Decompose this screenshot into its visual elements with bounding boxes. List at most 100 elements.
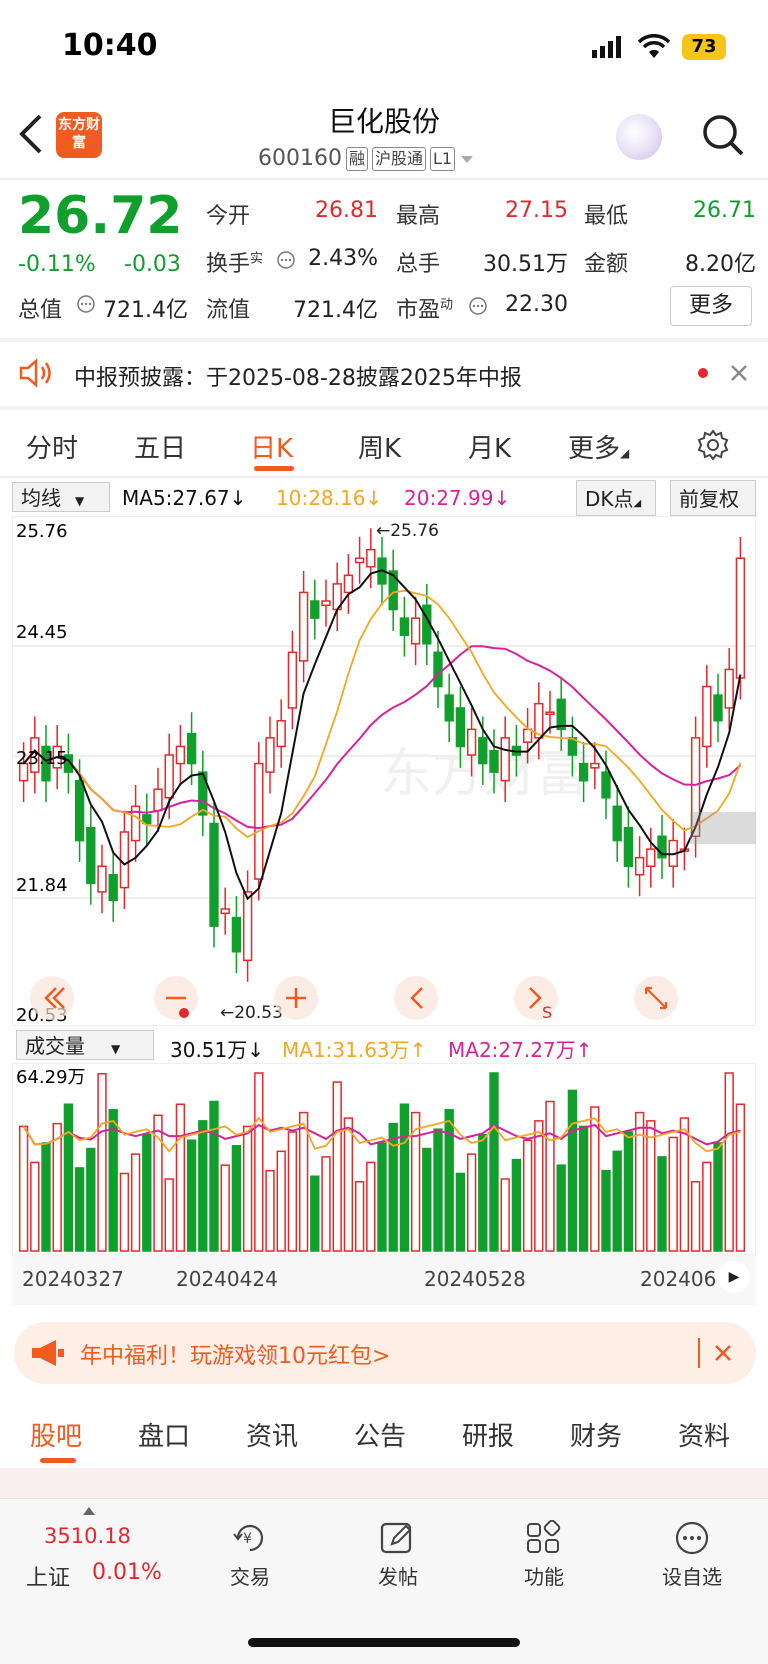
volume-bar (735, 1103, 746, 1252)
candle-body (713, 694, 723, 722)
nav-trade[interactable]: ¥ 交易 (200, 1520, 300, 1590)
candle-body (489, 749, 499, 773)
pe-value: 22.30 (505, 292, 568, 317)
volume-bar (52, 1122, 62, 1252)
nav-add-watchlist-label: 设自选 (662, 1565, 722, 1589)
volume-indicator-select[interactable]: 成交量 ▼ (16, 1030, 154, 1060)
tab-intraday[interactable]: 分时 (26, 428, 78, 465)
notice-bar[interactable]: 中报预披露：于2025-08-28披露2025年中报 (0, 340, 768, 406)
tab-five-day[interactable]: 五日 (134, 428, 186, 465)
low-value: 26.71 (693, 198, 756, 223)
volume-bar (186, 1139, 197, 1252)
volume-bar (142, 1133, 152, 1252)
date-label-3: 20240528 (424, 1267, 526, 1291)
volume-bar (399, 1103, 410, 1252)
kline-chart[interactable]: 东方财富 25.76 24.45 23.15 21.84 20.53 ←25.7… (12, 516, 756, 1026)
candle-body (321, 600, 331, 607)
close-icon[interactable] (714, 1344, 732, 1362)
tab-news[interactable]: 资讯 (246, 1416, 298, 1453)
info-icon[interactable] (76, 294, 96, 318)
y-label-3: 23.15 (16, 748, 68, 769)
nav-trade-label: 交易 (230, 1565, 270, 1589)
info-icon[interactable] (468, 296, 488, 320)
candle-body (220, 908, 230, 915)
date-label-1: 20240327 (22, 1267, 124, 1291)
promo-text: 年中福利！玩游戏领10元红包> (80, 1344, 391, 1369)
volume-bar (254, 1072, 264, 1252)
turnover-value: 2.43% (308, 246, 378, 271)
tab-more[interactable]: 更多◢ (568, 428, 629, 465)
candle-body (86, 826, 96, 885)
tab-guba[interactable]: 股吧 (30, 1416, 82, 1453)
chevron-right-icon[interactable]: ▶ (718, 1261, 750, 1293)
volume-bar (209, 1100, 219, 1252)
float-mv-value: 721.4亿 (293, 298, 378, 323)
candle-body (545, 711, 555, 715)
assistant-avatar-icon[interactable] (616, 114, 662, 160)
volume-bar (433, 1128, 443, 1252)
promo-banner[interactable]: 年中福利！玩游戏领10元红包> (14, 1322, 756, 1384)
volume-bar (366, 1161, 376, 1252)
stock-subtitle[interactable]: 600160 融 沪股通 L1 (258, 146, 475, 171)
battery-indicator: 73 (682, 34, 726, 60)
info-icon[interactable] (276, 250, 296, 274)
volume-bar (455, 1172, 466, 1252)
search-button[interactable] (700, 112, 746, 158)
candle-body (366, 548, 376, 568)
more-button[interactable]: 更多 (670, 286, 752, 326)
volume-value: 30.51万 (483, 252, 568, 277)
scroll-left-fast-button[interactable] (30, 976, 74, 1020)
tab-profile[interactable]: 资料 (678, 1416, 730, 1453)
fullscreen-button[interactable] (634, 976, 678, 1020)
volume-bar (489, 1072, 499, 1252)
volume-label: 总手 (396, 252, 441, 277)
volume-bar (354, 1181, 365, 1252)
high-label: 最高 (396, 204, 441, 229)
volume-bar (444, 1109, 454, 1252)
candle-body (310, 600, 320, 619)
dk-point-button[interactable]: DK点◢ (576, 480, 656, 516)
volume-bar (287, 1131, 298, 1252)
amount-value: 8.20亿 (685, 252, 756, 277)
tab-financials[interactable]: 财务 (570, 1416, 622, 1453)
zoom-in-button[interactable] (274, 976, 318, 1020)
tab-announcements[interactable]: 公告 (354, 1416, 406, 1453)
nav-functions[interactable]: 功能 (494, 1519, 594, 1590)
tab-weekly-k[interactable]: 周K (358, 428, 401, 465)
change-amount: -0.03 (124, 252, 181, 277)
dk-button-label: DK点 (585, 487, 634, 511)
volume-bar (298, 1111, 309, 1252)
tab-monthly-k[interactable]: 月K (468, 428, 511, 465)
volume-bar (578, 1125, 589, 1252)
nav-add-watchlist[interactable]: 设自选 (642, 1520, 742, 1590)
settings-gear-icon[interactable] (696, 428, 730, 462)
candle-body (702, 685, 712, 748)
tab-order-book[interactable]: 盘口 (138, 1416, 190, 1453)
tab-daily-k[interactable]: 日K (250, 428, 293, 465)
margin-tag: 融 (345, 146, 368, 171)
notice-text: 中报预披露：于2025-08-28披露2025年中报 (74, 366, 522, 391)
close-icon[interactable] (730, 364, 748, 382)
volume-bar (500, 1178, 510, 1252)
candle-body (108, 874, 118, 902)
candle-body (724, 668, 734, 709)
volume-indicator-label: 成交量 (25, 1034, 85, 1058)
vol-ma1-value: MA1:31.63万↑ (282, 1038, 427, 1062)
turnover-sup: 实 (250, 251, 264, 267)
zoom-out-button[interactable] (154, 976, 198, 1020)
volume-chart[interactable]: 64.29万 (12, 1063, 756, 1255)
turnover-label-text: 换手 (206, 252, 251, 277)
nav-post[interactable]: 发帖 (348, 1520, 448, 1590)
speaker-icon (19, 358, 51, 388)
volume-bar (321, 1156, 331, 1252)
tab-research[interactable]: 研报 (462, 1416, 514, 1453)
candle-body (175, 745, 186, 765)
volume-bar (265, 1169, 275, 1252)
trade-icon: ¥ (233, 1524, 264, 1552)
adjust-button[interactable]: 前复权 (670, 480, 756, 516)
candle-body (74, 779, 85, 842)
scroll-left-button[interactable] (394, 976, 438, 1020)
volume-y-max: 64.29万 (16, 1067, 86, 1088)
signal-icon (592, 36, 626, 62)
indicator-select[interactable]: 均线 ▼ (12, 482, 110, 512)
